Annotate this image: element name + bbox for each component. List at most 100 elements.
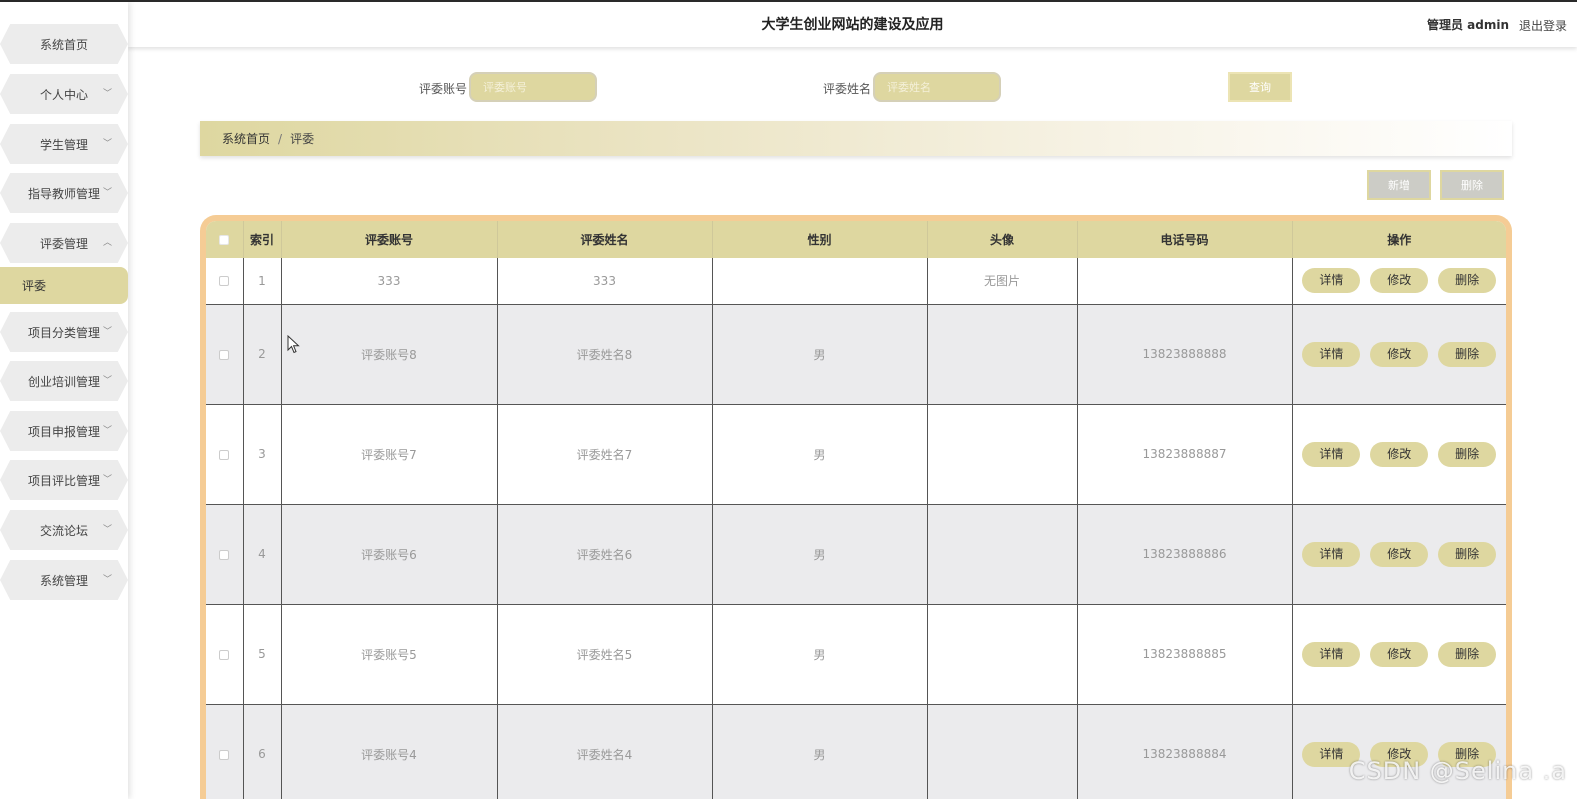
detail-button[interactable]: 详情 [1302, 641, 1361, 667]
edit-button[interactable]: 修改 [1370, 541, 1429, 567]
header-select-all[interactable] [206, 221, 244, 258]
cell-phone: 13823888884 [1077, 704, 1293, 799]
cell-gender: 男 [712, 604, 928, 705]
sidebar-item-system-management[interactable]: 系统管理 ﹀ [0, 560, 128, 600]
row-checkbox[interactable] [219, 349, 230, 360]
column-header: 评委账号 [281, 221, 498, 258]
cell-name: 评委姓名8 [497, 304, 713, 405]
sidebar-item-label: 学生管理 [39, 137, 88, 152]
delete-button[interactable]: 删除 [1438, 541, 1497, 567]
cell-operations: 详情 修改 删除 [1292, 604, 1506, 705]
table-row: 6 评委账号4 评委姓名4 男 13823888884 详情 修改 删除 [206, 704, 1506, 799]
column-header: 操作 [1292, 221, 1506, 258]
detail-button[interactable]: 详情 [1302, 541, 1361, 567]
sidebar-item-label: 项目分类管理 [27, 325, 100, 340]
edit-button[interactable]: 修改 [1370, 441, 1429, 467]
detail-button[interactable]: 详情 [1302, 268, 1361, 294]
cell-gender: 男 [712, 504, 928, 605]
row-checkbox[interactable] [219, 276, 230, 287]
sidebar-item-project-application[interactable]: 项目申报管理 ﹀ [0, 411, 128, 451]
watermark: CSDN @Selina .a [1348, 757, 1567, 785]
column-header: 头像 [927, 221, 1078, 258]
sidebar: 系统首页 个人中心 ﹀ 学生管理 ﹀ 指导教师管理 ﹀ 评委管理 ︿ 评委 项目… [0, 2, 128, 799]
row-checkbox[interactable] [219, 649, 230, 660]
breadcrumb-separator: / [278, 131, 283, 146]
table-row: 3 评委账号7 评委姓名7 男 13823888887 详情 修改 删除 [206, 404, 1506, 505]
sidebar-subitem-label: 评委 [22, 279, 47, 293]
cell-name: 333 [497, 258, 713, 305]
select-all-checkbox[interactable] [219, 235, 230, 245]
sidebar-item-project-evaluation[interactable]: 项目评比管理 ﹀ [0, 460, 128, 500]
sidebar-item-label: 系统管理 [39, 573, 88, 588]
table-header-row: 索引 评委账号 评委姓名 性别 头像 电话号码 操作 [206, 221, 1506, 258]
chevron-down-icon: ﹀ [102, 475, 112, 486]
delete-button[interactable]: 删除 [1438, 268, 1497, 294]
user-role-label: 管理员 admin [1426, 18, 1509, 32]
cell-account: 评委账号6 [281, 504, 498, 605]
sidebar-item-label: 项目申报管理 [27, 424, 100, 439]
add-button[interactable]: 新增 [1367, 170, 1431, 200]
cell-index: 3 [243, 404, 282, 505]
sidebar-item-home[interactable]: 系统首页 [0, 24, 128, 64]
breadcrumb-home[interactable]: 系统首页 [222, 130, 270, 147]
sidebar-item-label: 创业培训管理 [27, 374, 100, 389]
row-checkbox[interactable] [219, 449, 230, 460]
sidebar-item-label: 指导教师管理 [27, 186, 100, 201]
cell-operations: 详情 修改 删除 [1292, 404, 1506, 505]
sidebar-subitem-judge[interactable]: 评委 [0, 267, 128, 304]
detail-button[interactable]: 详情 [1302, 441, 1361, 467]
delete-button[interactable]: 删除 [1438, 441, 1497, 467]
sidebar-item-label: 交流论坛 [39, 523, 88, 538]
row-checkbox[interactable] [219, 549, 230, 560]
cell-operations: 详情 修改 删除 [1292, 258, 1506, 305]
cell-gender: 男 [712, 704, 928, 799]
cell-phone: 13823888886 [1077, 504, 1293, 605]
breadcrumb: 系统首页 / 评委 [200, 121, 1512, 156]
cell-avatar [927, 404, 1078, 505]
sidebar-item-teacher-management[interactable]: 指导教师管理 ﹀ [0, 173, 128, 213]
sidebar-item-project-category[interactable]: 项目分类管理 ﹀ [0, 312, 128, 352]
cell-avatar [927, 304, 1078, 405]
chevron-up-icon: ︿ [102, 238, 112, 249]
sidebar-item-training-management[interactable]: 创业培训管理 ﹀ [0, 361, 128, 401]
cell-operations: 详情 修改 删除 [1292, 504, 1506, 605]
cell-name: 评委姓名4 [497, 704, 713, 799]
detail-button[interactable]: 详情 [1302, 341, 1361, 367]
cell-name: 评委姓名5 [497, 604, 713, 705]
edit-button[interactable]: 修改 [1370, 268, 1429, 294]
table-row: 4 评委账号6 评委姓名6 男 13823888886 详情 修改 删除 [206, 504, 1506, 605]
delete-button[interactable]: 删除 [1438, 641, 1497, 667]
cell-index: 2 [243, 304, 282, 405]
sidebar-item-forum[interactable]: 交流论坛 ﹀ [0, 510, 128, 550]
cell-avatar [927, 504, 1078, 605]
chevron-down-icon: ﹀ [102, 376, 112, 387]
cell-avatar [927, 604, 1078, 705]
cell-gender: 男 [712, 304, 928, 405]
row-checkbox[interactable] [219, 749, 230, 760]
sidebar-item-personal-center[interactable]: 个人中心 ﹀ [0, 74, 128, 114]
delete-button[interactable]: 删除 [1438, 341, 1497, 367]
sidebar-item-label: 系统首页 [39, 37, 88, 52]
judge-name-input[interactable] [873, 72, 1001, 102]
batch-delete-button[interactable]: 删除 [1440, 170, 1504, 200]
cell-phone: 13823888887 [1077, 404, 1293, 505]
query-button[interactable]: 查询 [1228, 72, 1292, 102]
edit-button[interactable]: 修改 [1370, 341, 1429, 367]
sidebar-item-student-management[interactable]: 学生管理 ﹀ [0, 124, 128, 164]
edit-button[interactable]: 修改 [1370, 641, 1429, 667]
chevron-down-icon: ﹀ [102, 327, 112, 338]
judge-account-input[interactable] [469, 72, 597, 102]
sidebar-item-judge-management[interactable]: 评委管理 ︿ [0, 223, 128, 263]
cell-account: 评委账号5 [281, 604, 498, 705]
sidebar-item-label: 个人中心 [39, 87, 88, 102]
chevron-down-icon: ﹀ [102, 575, 112, 586]
mouse-cursor-icon [287, 335, 300, 354]
cell-phone: 13823888888 [1077, 304, 1293, 405]
cell-phone: 13823888885 [1077, 604, 1293, 705]
site-title: 大学生创业网站的建设及应用 [761, 17, 944, 33]
judge-account-label: 评委账号 [419, 82, 468, 96]
logout-link[interactable]: 退出登录 [1519, 17, 1567, 34]
column-header: 性别 [712, 221, 928, 258]
cell-index: 4 [243, 504, 282, 605]
judge-name-label: 评委姓名 [823, 82, 872, 96]
